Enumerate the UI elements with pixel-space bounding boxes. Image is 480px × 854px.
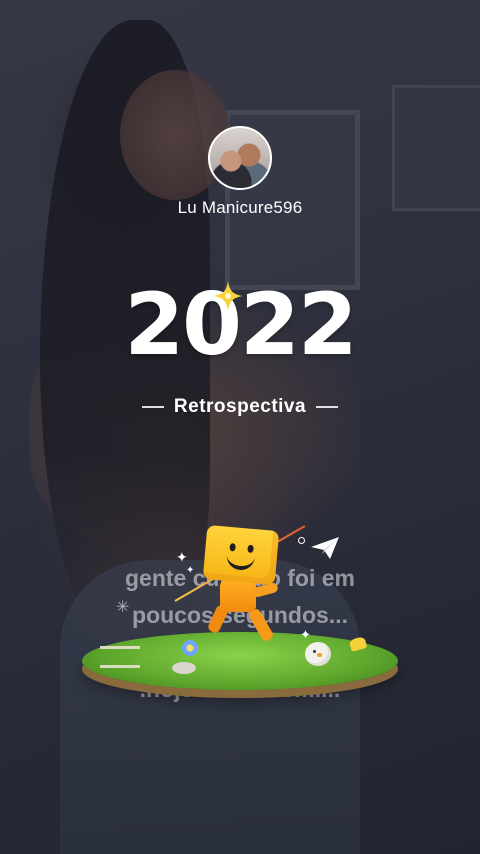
sparkle-icon: ✳ bbox=[116, 599, 130, 616]
sparkle-icon: ✦ bbox=[300, 627, 311, 642]
subtitle-row: Retrospectiva bbox=[0, 396, 480, 418]
divider-line bbox=[316, 406, 339, 408]
avatar[interactable] bbox=[208, 126, 272, 190]
flower-decor bbox=[182, 640, 198, 656]
profile-header: Lu Manicure596 bbox=[0, 126, 480, 218]
rock-decor bbox=[172, 662, 196, 674]
sparkle-icon bbox=[213, 281, 243, 311]
mascot-body bbox=[220, 580, 256, 612]
paper-plane-icon bbox=[311, 537, 339, 559]
fence-decor bbox=[100, 646, 140, 668]
subtitle: Retrospectiva bbox=[173, 396, 307, 417]
username[interactable]: Lu Manicure596 bbox=[0, 198, 480, 218]
sparkle-icon: ✦ bbox=[176, 549, 188, 565]
divider-line bbox=[141, 406, 164, 408]
circle-decor bbox=[298, 537, 305, 544]
mascot-head bbox=[202, 524, 280, 586]
chick-decor bbox=[305, 642, 331, 666]
sparkle-icon: ✦ bbox=[186, 565, 195, 576]
